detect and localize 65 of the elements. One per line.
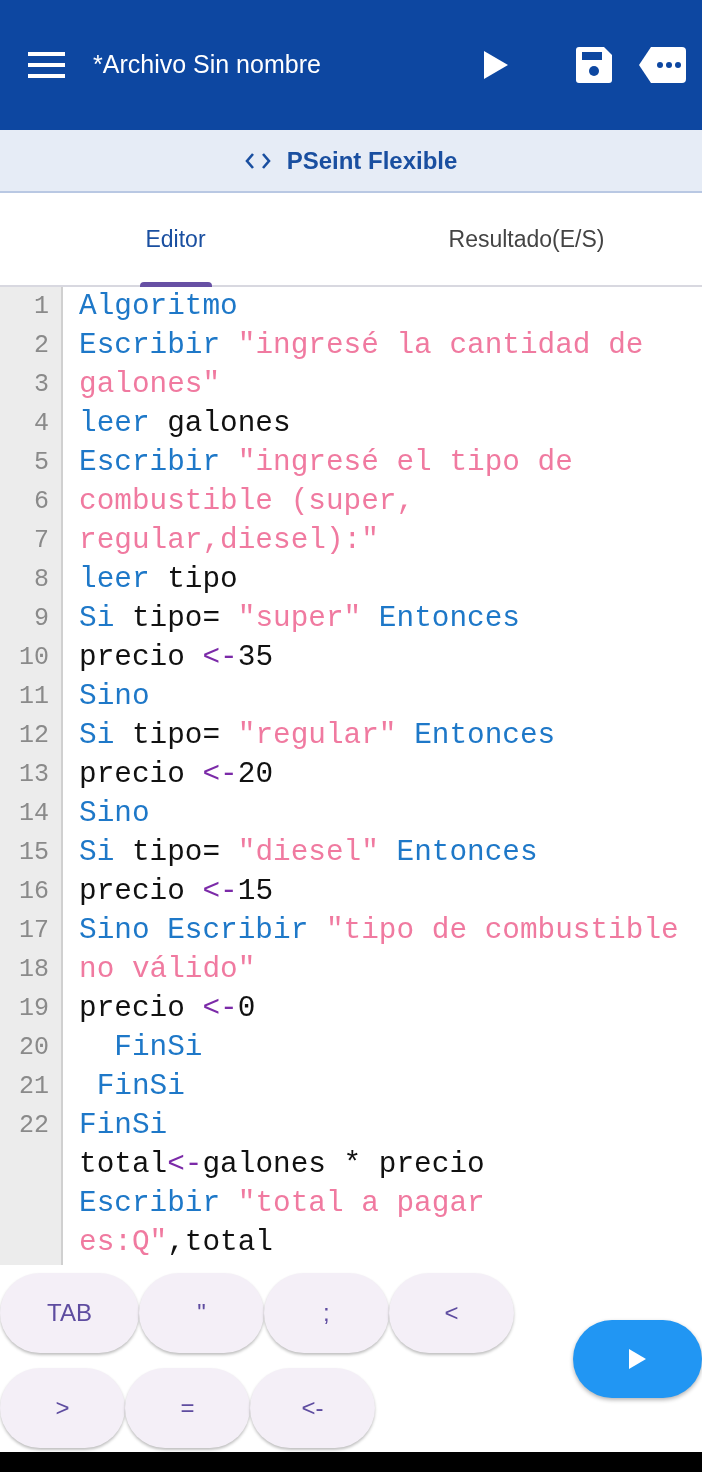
code-line: Sino	[79, 796, 151, 832]
line-number: 10	[18, 642, 50, 674]
key-button[interactable]: TAB	[0, 1273, 139, 1353]
code-line: total<-galones * precio	[79, 1147, 486, 1183]
key-button[interactable]: ;	[263, 1273, 389, 1353]
code-line: combustible (super,	[79, 484, 416, 520]
line-number: 7	[33, 525, 50, 557]
run-button[interactable]	[573, 1320, 702, 1398]
line-number: 1	[33, 291, 50, 323]
line-number: 8	[33, 564, 50, 596]
play-icon	[629, 1349, 646, 1369]
code-line: leer galones	[79, 406, 292, 442]
code-line: Si tipo= "regular" Entonces	[79, 718, 557, 754]
line-number: 19	[18, 993, 50, 1025]
key-button[interactable]: "	[138, 1273, 264, 1353]
code-line: Si tipo= "diesel" Entonces	[79, 835, 539, 871]
line-number: 20	[18, 1032, 50, 1064]
tag-dots-icon[interactable]	[639, 47, 686, 83]
code-line: galones"	[79, 367, 222, 403]
key-button[interactable]: >	[0, 1368, 125, 1448]
line-number: 6	[33, 486, 50, 518]
line-number: 11	[18, 681, 50, 713]
app-name: PSeint Flexible	[286, 145, 458, 176]
code-line: leer tipo	[79, 562, 239, 598]
line-number: 13	[18, 759, 50, 791]
line-number: 17	[18, 915, 50, 947]
line-number: 4	[33, 408, 50, 440]
save-icon[interactable]	[576, 47, 612, 83]
code-line: precio <-0	[79, 991, 257, 1027]
line-number: 15	[18, 837, 50, 869]
code-line: regular,diesel):"	[79, 523, 380, 559]
line-number: 18	[18, 954, 50, 986]
line-number: 16	[18, 876, 50, 908]
code-line: Escribir "ingresé la cantidad de	[79, 328, 645, 364]
line-number: 2	[33, 330, 50, 362]
file-title: *Archivo Sin nombre	[93, 49, 321, 81]
menu-icon[interactable]	[28, 52, 65, 78]
code-line: precio <-20	[79, 757, 275, 793]
code-line: Si tipo= "super" Entonces	[79, 601, 521, 637]
key-button[interactable]: =	[125, 1368, 250, 1448]
play-icon[interactable]	[484, 51, 508, 79]
code-line: Escribir "total a pagar	[79, 1186, 486, 1222]
code-line: Escribir "ingresé el tipo de	[79, 445, 574, 481]
code-line: FinSi	[79, 1108, 169, 1144]
code-line: Sino	[79, 679, 151, 715]
line-number: 14	[18, 798, 50, 830]
key-button[interactable]: <	[388, 1273, 514, 1353]
code-icon	[244, 151, 271, 170]
key-button[interactable]: <-	[250, 1368, 375, 1448]
code-line: no válido"	[79, 952, 257, 988]
code-line: es:Q",total	[79, 1225, 274, 1261]
code-line: Algoritmo	[79, 289, 239, 325]
line-number: 3	[33, 369, 50, 401]
line-number: 21	[18, 1071, 50, 1103]
code-line: precio <-35	[79, 640, 275, 676]
tab[interactable]: Resultado(E/S)	[351, 193, 702, 285]
line-number: 5	[33, 447, 50, 479]
line-number: 12	[18, 720, 50, 752]
code-line: precio <-15	[79, 874, 275, 910]
code-line: FinSi	[113, 1030, 204, 1066]
code-line: Sino Escribir "tipo de combustible	[79, 913, 680, 949]
line-number: 9	[33, 603, 50, 635]
code-line: FinSi	[95, 1069, 186, 1105]
line-number: 22	[18, 1110, 50, 1142]
tab[interactable]: Editor	[0, 193, 351, 285]
